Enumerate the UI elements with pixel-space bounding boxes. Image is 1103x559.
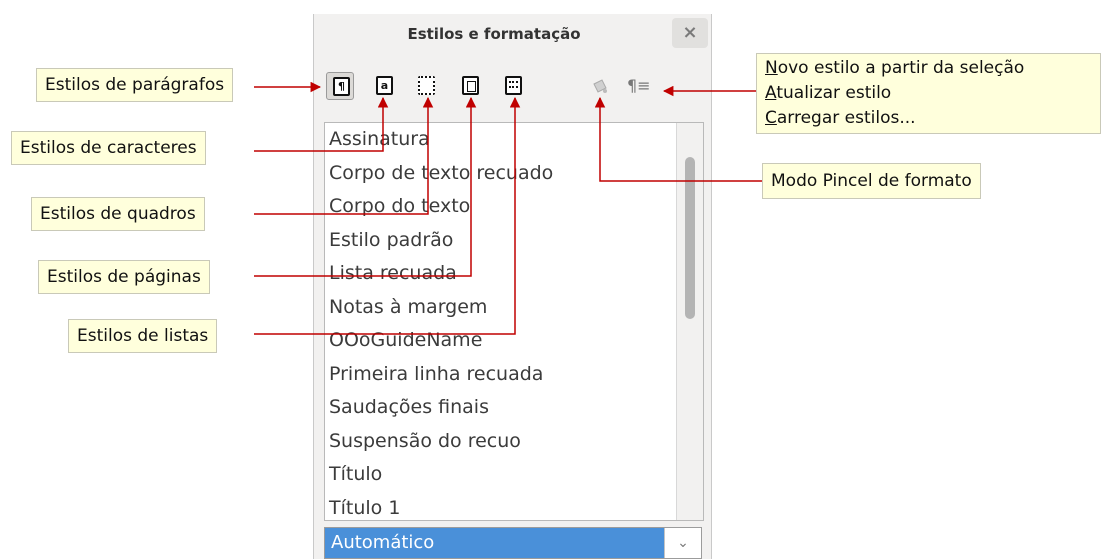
style-filter-select[interactable]: Automático ⌄ [324, 527, 702, 559]
menu-load-styles: Carregar estilos... [765, 108, 916, 128]
list-item[interactable]: Primeira linha recuada [325, 358, 703, 392]
chevron-down-icon[interactable]: ⌄ [664, 528, 701, 558]
vertical-scrollbar[interactable] [676, 123, 703, 520]
styles-panel: Estilos e formatação × ¶ a ¶≡ Assinatura… [313, 14, 712, 559]
callout-character-styles: Estilos de caracteres [11, 131, 206, 165]
filter-selected-value: Automático [325, 528, 665, 558]
page-icon [462, 76, 479, 95]
styles-list[interactable]: Assinatura Corpo de texto recuado Corpo … [324, 122, 704, 521]
menu-new-from-selection: Novo estilo a partir da seleção [765, 58, 1025, 78]
list-styles-button[interactable] [499, 72, 527, 100]
list-item[interactable]: Título [325, 458, 703, 492]
list-item[interactable]: OOoGuideName [325, 324, 703, 358]
frame-styles-button[interactable] [412, 72, 440, 100]
bucket-icon[interactable] [590, 76, 610, 100]
scrollbar-thumb[interactable] [685, 157, 695, 319]
paragraph-styles-button[interactable]: ¶ [326, 72, 354, 100]
list-icon [505, 76, 522, 95]
paragraph-icon: ¶ [333, 77, 350, 96]
list-item[interactable]: Título 1 [325, 492, 703, 521]
callout-frame-styles: Estilos de quadros [31, 197, 205, 231]
list-item[interactable]: Assinatura [325, 123, 703, 157]
list-item[interactable]: Lista recuada [325, 257, 703, 291]
frame-icon [418, 76, 435, 95]
list-item[interactable]: Estilo padrão [325, 224, 703, 258]
list-item[interactable]: Corpo do texto [325, 190, 703, 224]
list-item[interactable]: Suspensão do recuo [325, 425, 703, 459]
panel-title: Estilos e formatação [407, 25, 581, 43]
list-item[interactable]: Notas à margem [325, 291, 703, 325]
new-style-icon[interactable]: ¶≡ [627, 76, 651, 95]
list-item[interactable]: Corpo de texto recuado [325, 157, 703, 191]
close-icon[interactable]: × [672, 18, 708, 48]
menu-update-style: Atualizar estilo [765, 83, 892, 103]
callout-list-styles: Estilos de listas [68, 319, 218, 353]
callout-new-style-menu: Novo estilo a partir da seleção Atualiza… [756, 53, 1101, 134]
callout-fill-format-mode: Modo Pincel de formato [762, 163, 981, 199]
page-styles-button[interactable] [456, 72, 484, 100]
character-icon: a [376, 76, 393, 95]
callout-page-styles: Estilos de páginas [38, 260, 210, 294]
list-item[interactable]: Saudações finais [325, 391, 703, 425]
character-styles-button[interactable]: a [370, 72, 398, 100]
callout-paragraph-styles: Estilos de parágrafos [36, 68, 234, 102]
